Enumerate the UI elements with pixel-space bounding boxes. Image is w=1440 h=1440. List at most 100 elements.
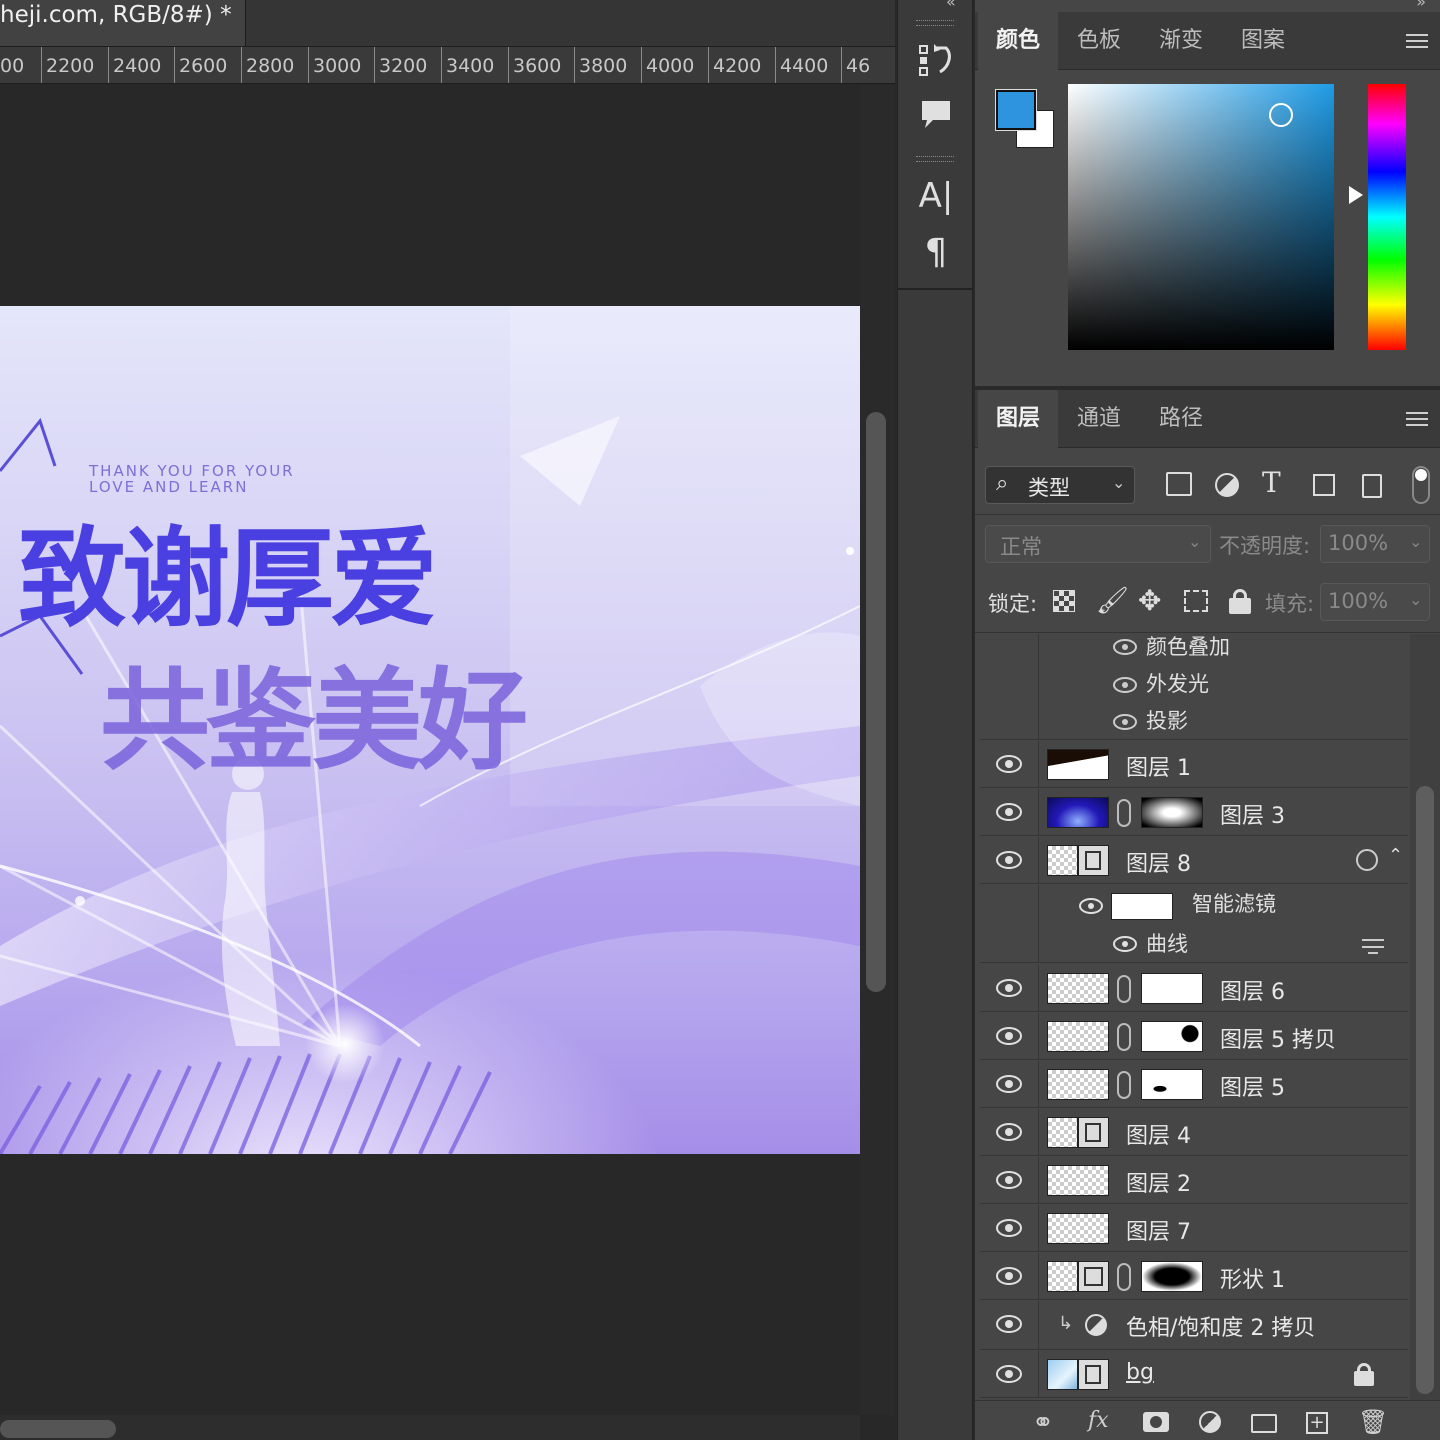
collapse-icon[interactable]: « [946, 0, 956, 11]
lock-artboard-icon[interactable] [1184, 590, 1208, 612]
filter-options-icon[interactable] [1360, 935, 1386, 955]
paragraph-icon[interactable]: ¶ [898, 232, 974, 273]
dock-grip[interactable] [916, 156, 954, 162]
layer-mask-thumbnail[interactable] [1141, 1261, 1203, 1292]
layer-row[interactable]: 图层 5 拷贝 [980, 1013, 1408, 1060]
hue-slider-handle[interactable] [1349, 186, 1363, 204]
eye-icon[interactable] [996, 977, 1022, 999]
new-layer-icon[interactable]: + [1306, 1412, 1328, 1434]
eye-icon[interactable] [996, 1217, 1022, 1239]
vertical-scrollbar-thumb[interactable] [866, 412, 886, 992]
filter-pixel-icon[interactable] [1166, 472, 1192, 496]
layer-row[interactable]: 图层 1 [980, 741, 1408, 788]
filter-smart-object-icon[interactable] [1362, 474, 1382, 498]
tab-gradients[interactable]: 渐变 [1140, 12, 1222, 70]
tab-layers[interactable]: 图层 [978, 390, 1058, 448]
tab-patterns[interactable]: 图案 [1222, 12, 1304, 70]
eye-icon[interactable] [996, 1025, 1022, 1047]
smart-filter-icon[interactable] [1356, 849, 1378, 871]
hue-slider[interactable] [1368, 84, 1406, 350]
blend-mode-dropdown[interactable]: 正常 ⌄ [985, 525, 1211, 563]
link-icon[interactable] [1117, 975, 1131, 1003]
color-picker-cursor[interactable] [1269, 103, 1293, 127]
character-icon[interactable]: A| [898, 176, 974, 216]
effect-drop-shadow[interactable]: 投影 [1146, 705, 1188, 735]
fill-input[interactable]: 100% ⌄ [1320, 583, 1430, 621]
layer-mask-thumbnail[interactable] [1141, 1069, 1203, 1100]
layer-row[interactable]: 形状 1 [980, 1253, 1408, 1300]
link-icon[interactable] [1117, 799, 1131, 827]
tab-paths[interactable]: 路径 [1140, 390, 1222, 448]
horizontal-ruler[interactable]: 00 2200 2400 2600 2800 3000 3200 3400 36… [0, 46, 895, 84]
layers-scrollbar-thumb[interactable] [1416, 786, 1434, 1394]
smart-filter-label[interactable]: 智能滤镜 [1192, 888, 1276, 918]
filter-adjustment-icon[interactable] [1215, 473, 1239, 497]
eye-icon[interactable] [1078, 897, 1104, 915]
filter-shape-icon[interactable] [1313, 474, 1335, 496]
layer-row[interactable]: ↳ 色相/饱和度 2 拷贝 [980, 1301, 1408, 1350]
dock-grip[interactable] [916, 20, 954, 26]
lock-all-icon[interactable] [1229, 589, 1251, 614]
filter-type-icon[interactable]: T [1262, 466, 1281, 499]
chevron-up-icon[interactable]: ⌃ [1388, 845, 1403, 866]
artwork-canvas[interactable]: THANK YOU FOR YOUR LOVE AND LEARN 致谢厚爱 共… [0, 306, 860, 1154]
eye-icon[interactable] [996, 1121, 1022, 1143]
lock-icon[interactable] [1354, 1363, 1374, 1386]
color-panel-menu-icon[interactable] [1406, 34, 1428, 48]
layer-row[interactable]: bg [980, 1351, 1408, 1398]
horizontal-scrollbar[interactable] [0, 1415, 860, 1440]
layer-row[interactable]: 图层 2 [980, 1157, 1408, 1204]
link-icon[interactable] [1117, 1071, 1131, 1099]
layer-mask-thumbnail[interactable] [1141, 1021, 1203, 1052]
lock-position-icon[interactable]: ✥ [1138, 584, 1161, 617]
eye-icon[interactable] [996, 801, 1022, 823]
layer-filter-dropdown[interactable]: ⌕ 类型 ⌄ [985, 466, 1135, 504]
document-tab[interactable]: heji.com, RGB/8#) * [0, 0, 246, 46]
smart-filter-mask-thumbnail[interactable] [1111, 893, 1173, 920]
layer-row[interactable]: 图层 3 [980, 789, 1408, 836]
lock-image-brush-icon[interactable]: 🖌 [1096, 586, 1129, 616]
fx-icon[interactable]: fx [1088, 1408, 1109, 1433]
eye-icon[interactable] [1112, 638, 1138, 656]
eye-icon[interactable] [996, 1169, 1022, 1191]
filter-toggle[interactable] [1412, 466, 1430, 504]
eye-icon[interactable] [996, 1265, 1022, 1287]
layers-panel-menu-icon[interactable] [1406, 412, 1428, 426]
comment-icon[interactable] [898, 98, 974, 132]
color-picker-field[interactable] [1068, 84, 1334, 350]
link-icon[interactable]: ⚭ [1032, 1408, 1054, 1438]
layer-mask-thumbnail[interactable] [1141, 797, 1203, 828]
eye-icon[interactable] [996, 1073, 1022, 1095]
layer-mask-thumbnail[interactable] [1141, 973, 1203, 1004]
tab-channels[interactable]: 通道 [1058, 390, 1140, 448]
adjustment-icon[interactable] [1199, 1411, 1221, 1433]
trash-icon[interactable]: 🗑 [1358, 1408, 1388, 1436]
history-icon[interactable] [898, 38, 974, 78]
layer-row[interactable]: 图层 4 [980, 1109, 1408, 1156]
eye-icon[interactable] [1112, 713, 1138, 731]
curves-filter-label[interactable]: 曲线 [1146, 928, 1188, 958]
layer-row[interactable]: 图层 8 ⌃ [980, 837, 1408, 884]
lock-transparency-icon[interactable] [1053, 590, 1075, 612]
eye-icon[interactable] [1112, 935, 1138, 953]
link-icon[interactable] [1117, 1263, 1131, 1291]
eye-icon[interactable] [996, 1363, 1022, 1385]
eye-icon[interactable] [996, 753, 1022, 775]
folder-icon[interactable] [1251, 1414, 1277, 1433]
layer-row[interactable]: 图层 7 [980, 1205, 1408, 1252]
eye-icon[interactable] [1112, 676, 1138, 694]
tab-swatches[interactable]: 色板 [1058, 12, 1140, 70]
tab-color[interactable]: 颜色 [978, 12, 1058, 70]
horizontal-scrollbar-thumb[interactable] [0, 1420, 116, 1438]
layer-row[interactable]: 图层 5 [980, 1061, 1408, 1108]
eye-icon[interactable] [996, 1313, 1022, 1335]
eye-icon[interactable] [996, 849, 1022, 871]
foreground-color-swatch[interactable] [995, 89, 1037, 131]
effect-outer-glow[interactable]: 外发光 [1146, 668, 1209, 698]
opacity-input[interactable]: 100% ⌄ [1320, 525, 1430, 563]
layer-row[interactable]: 图层 6 [980, 965, 1408, 1012]
mask-icon[interactable] [1143, 1412, 1169, 1432]
expand-icon[interactable]: » [1416, 0, 1426, 11]
effect-color-overlay[interactable]: 颜色叠加 [1146, 631, 1230, 661]
link-icon[interactable] [1117, 1023, 1131, 1051]
